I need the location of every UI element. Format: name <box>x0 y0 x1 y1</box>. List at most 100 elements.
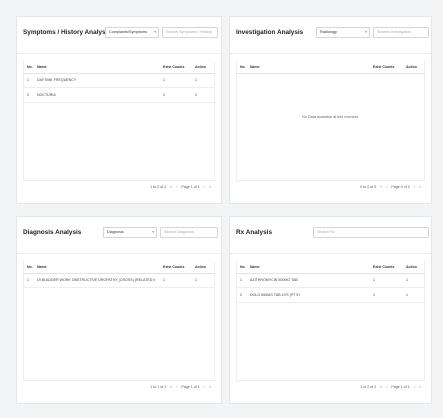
table-row[interactable]: 1 DAYTIME FREQUENCY 1 1 <box>23 73 215 88</box>
first-page-icon[interactable]: « <box>170 185 172 189</box>
first-page-icon[interactable]: « <box>380 185 382 189</box>
first-page-icon[interactable]: « <box>170 385 172 389</box>
next-page-icon[interactable]: › <box>414 385 415 389</box>
next-page-icon[interactable]: › <box>204 185 205 189</box>
prev-page-icon[interactable]: ‹ <box>386 185 387 189</box>
pagination-range: 1 to 2 of 2 <box>150 185 167 189</box>
investigation-panel: Investigation Analysis Radiology ▾ Searc… <box>229 16 432 204</box>
cell-action[interactable]: 1 <box>406 278 408 282</box>
panel-header: Investigation Analysis Radiology ▾ Searc… <box>230 17 431 54</box>
column-header-no: No. <box>240 265 246 269</box>
pagination-page: Page 1 of 1 <box>181 385 200 389</box>
select-value: Radiology <box>320 30 337 34</box>
select-value: Diagnosis <box>107 230 124 234</box>
panel-title: Symptoms / History Analysis <box>23 29 111 36</box>
column-header-name[interactable]: Name <box>250 65 260 69</box>
pagination-page: Page 1 of 1 <box>181 185 200 189</box>
cell-action[interactable]: 1 <box>195 78 197 82</box>
column-header-no: No. <box>27 65 33 69</box>
column-header-action: Action <box>195 265 206 269</box>
category-select[interactable]: Diagnosis ▾ <box>103 227 157 238</box>
panel-header: Rx Analysis Search Rx <box>230 217 431 254</box>
category-select[interactable]: Complaints/Symptoms ▾ <box>105 27 159 38</box>
cell-name: DAYTIME FREQUENCY <box>37 78 77 82</box>
cell-count: 1 <box>373 293 375 297</box>
cell-name: NOCTURIA <box>37 93 56 97</box>
panel-header: Diagnosis Analysis Diagnosis ▾ Search Di… <box>17 217 221 254</box>
last-page-icon[interactable]: » <box>209 185 211 189</box>
column-header-name[interactable]: Name <box>250 265 260 269</box>
search-input[interactable]: Search Diagnosis <box>160 227 218 238</box>
panel-title: Rx Analysis <box>236 229 272 236</box>
column-header-action: Action <box>406 265 417 269</box>
prev-page-icon[interactable]: ‹ <box>386 385 387 389</box>
empty-state-message: No Data available at this moment. <box>302 115 359 119</box>
table-frame <box>236 61 425 181</box>
cell-action[interactable]: 1 <box>195 278 197 282</box>
table-row[interactable]: 1 AZITHROMYCIN 500MG TAB 1 1 <box>236 273 425 288</box>
category-select[interactable]: Radiology ▾ <box>316 27 370 38</box>
first-page-icon[interactable]: « <box>380 385 382 389</box>
last-page-icon[interactable]: » <box>419 185 421 189</box>
symptoms-history-panel: Symptoms / History Analysis Complaints/S… <box>16 16 222 204</box>
cell-no: 1 <box>240 278 242 282</box>
cell-no: 1 <box>27 78 29 82</box>
column-header-count[interactable]: Exist Counts <box>163 65 184 69</box>
pagination: 1 to 1 of 1 « ‹ Page 1 of 1 › » <box>23 380 215 395</box>
table-body: 1 UI BLADDER WORK OBSTRUCTIVE UROPATHY (… <box>23 273 215 288</box>
table-row[interactable]: 2 NOCTURIA 1 1 <box>23 88 215 103</box>
pagination: 1 to 2 of 2 « ‹ Page 1 of 1 › » <box>236 380 425 395</box>
panel-title: Diagnosis Analysis <box>23 229 82 236</box>
column-header-no: No. <box>240 65 246 69</box>
column-header-name[interactable]: Name <box>37 65 47 69</box>
table-body: 1 DAYTIME FREQUENCY 1 1 2 NOCTURIA 1 1 <box>23 73 215 103</box>
table-row[interactable]: 2 DOLO 650MG TAB 10'S (PT 57 1 1 <box>236 288 425 303</box>
search-input[interactable]: Search Rx <box>313 227 429 238</box>
rx-panel: Rx Analysis Search Rx No. Name Exist Cou… <box>229 216 432 404</box>
column-header-action: Action <box>406 65 417 69</box>
cell-count: 1 <box>163 278 165 282</box>
last-page-icon[interactable]: » <box>419 385 421 389</box>
pagination-page: Page 1 of 1 <box>391 385 410 389</box>
chevron-down-icon: ▾ <box>154 30 156 34</box>
search-input[interactable]: Search Investigation <box>373 27 429 38</box>
cell-action[interactable]: 1 <box>406 293 408 297</box>
diagnosis-panel: Diagnosis Analysis Diagnosis ▾ Search Di… <box>16 216 222 404</box>
pagination-range: 1 to 1 of 1 <box>150 385 167 389</box>
cell-no: 2 <box>240 293 242 297</box>
cell-name: AZITHROMYCIN 500MG TAB <box>250 278 298 282</box>
column-header-name[interactable]: Name <box>37 265 47 269</box>
table-body: 1 AZITHROMYCIN 500MG TAB 1 1 2 DOLO 650M… <box>236 273 425 303</box>
pagination-range: 1 to 2 of 2 <box>360 385 377 389</box>
pagination: 0 to 0 of 0 « ‹ Page 0 of 0 › » <box>236 180 425 195</box>
column-header-no: No. <box>27 265 33 269</box>
pagination-range: 0 to 0 of 0 <box>360 185 377 189</box>
prev-page-icon[interactable]: ‹ <box>176 385 177 389</box>
table-header: No. Name Exist Counts Action <box>236 61 425 74</box>
table-row[interactable]: 1 UI BLADDER WORK OBSTRUCTIVE UROPATHY (… <box>23 273 215 288</box>
column-header-count[interactable]: Exist Counts <box>373 65 394 69</box>
cell-count: 1 <box>373 278 375 282</box>
next-page-icon[interactable]: › <box>204 385 205 389</box>
panel-title: Investigation Analysis <box>236 29 304 36</box>
last-page-icon[interactable]: » <box>209 385 211 389</box>
cell-count: 1 <box>163 93 165 97</box>
panel-header: Symptoms / History Analysis Complaints/S… <box>17 17 221 54</box>
cell-name: DOLO 650MG TAB 10'S (PT 57 <box>250 293 301 297</box>
chevron-down-icon: ▾ <box>152 230 154 234</box>
chevron-down-icon: ▾ <box>365 30 367 34</box>
pagination: 1 to 2 of 2 « ‹ Page 1 of 1 › » <box>23 180 215 195</box>
prev-page-icon[interactable]: ‹ <box>176 185 177 189</box>
cell-action[interactable]: 1 <box>195 93 197 97</box>
cell-no: 1 <box>27 278 29 282</box>
search-input[interactable]: Search Symptoms / History <box>162 27 218 38</box>
column-header-count[interactable]: Exist Counts <box>373 265 394 269</box>
column-header-action: Action <box>195 65 206 69</box>
cell-no: 2 <box>27 93 29 97</box>
pagination-page: Page 0 of 0 <box>391 185 410 189</box>
select-value: Complaints/Symptoms <box>109 30 147 34</box>
cell-name: UI BLADDER WORK OBSTRUCTIVE UROPATHY (CR… <box>37 278 155 282</box>
column-header-count[interactable]: Exist Counts <box>163 265 184 269</box>
next-page-icon[interactable]: › <box>414 185 415 189</box>
cell-count: 1 <box>163 78 165 82</box>
